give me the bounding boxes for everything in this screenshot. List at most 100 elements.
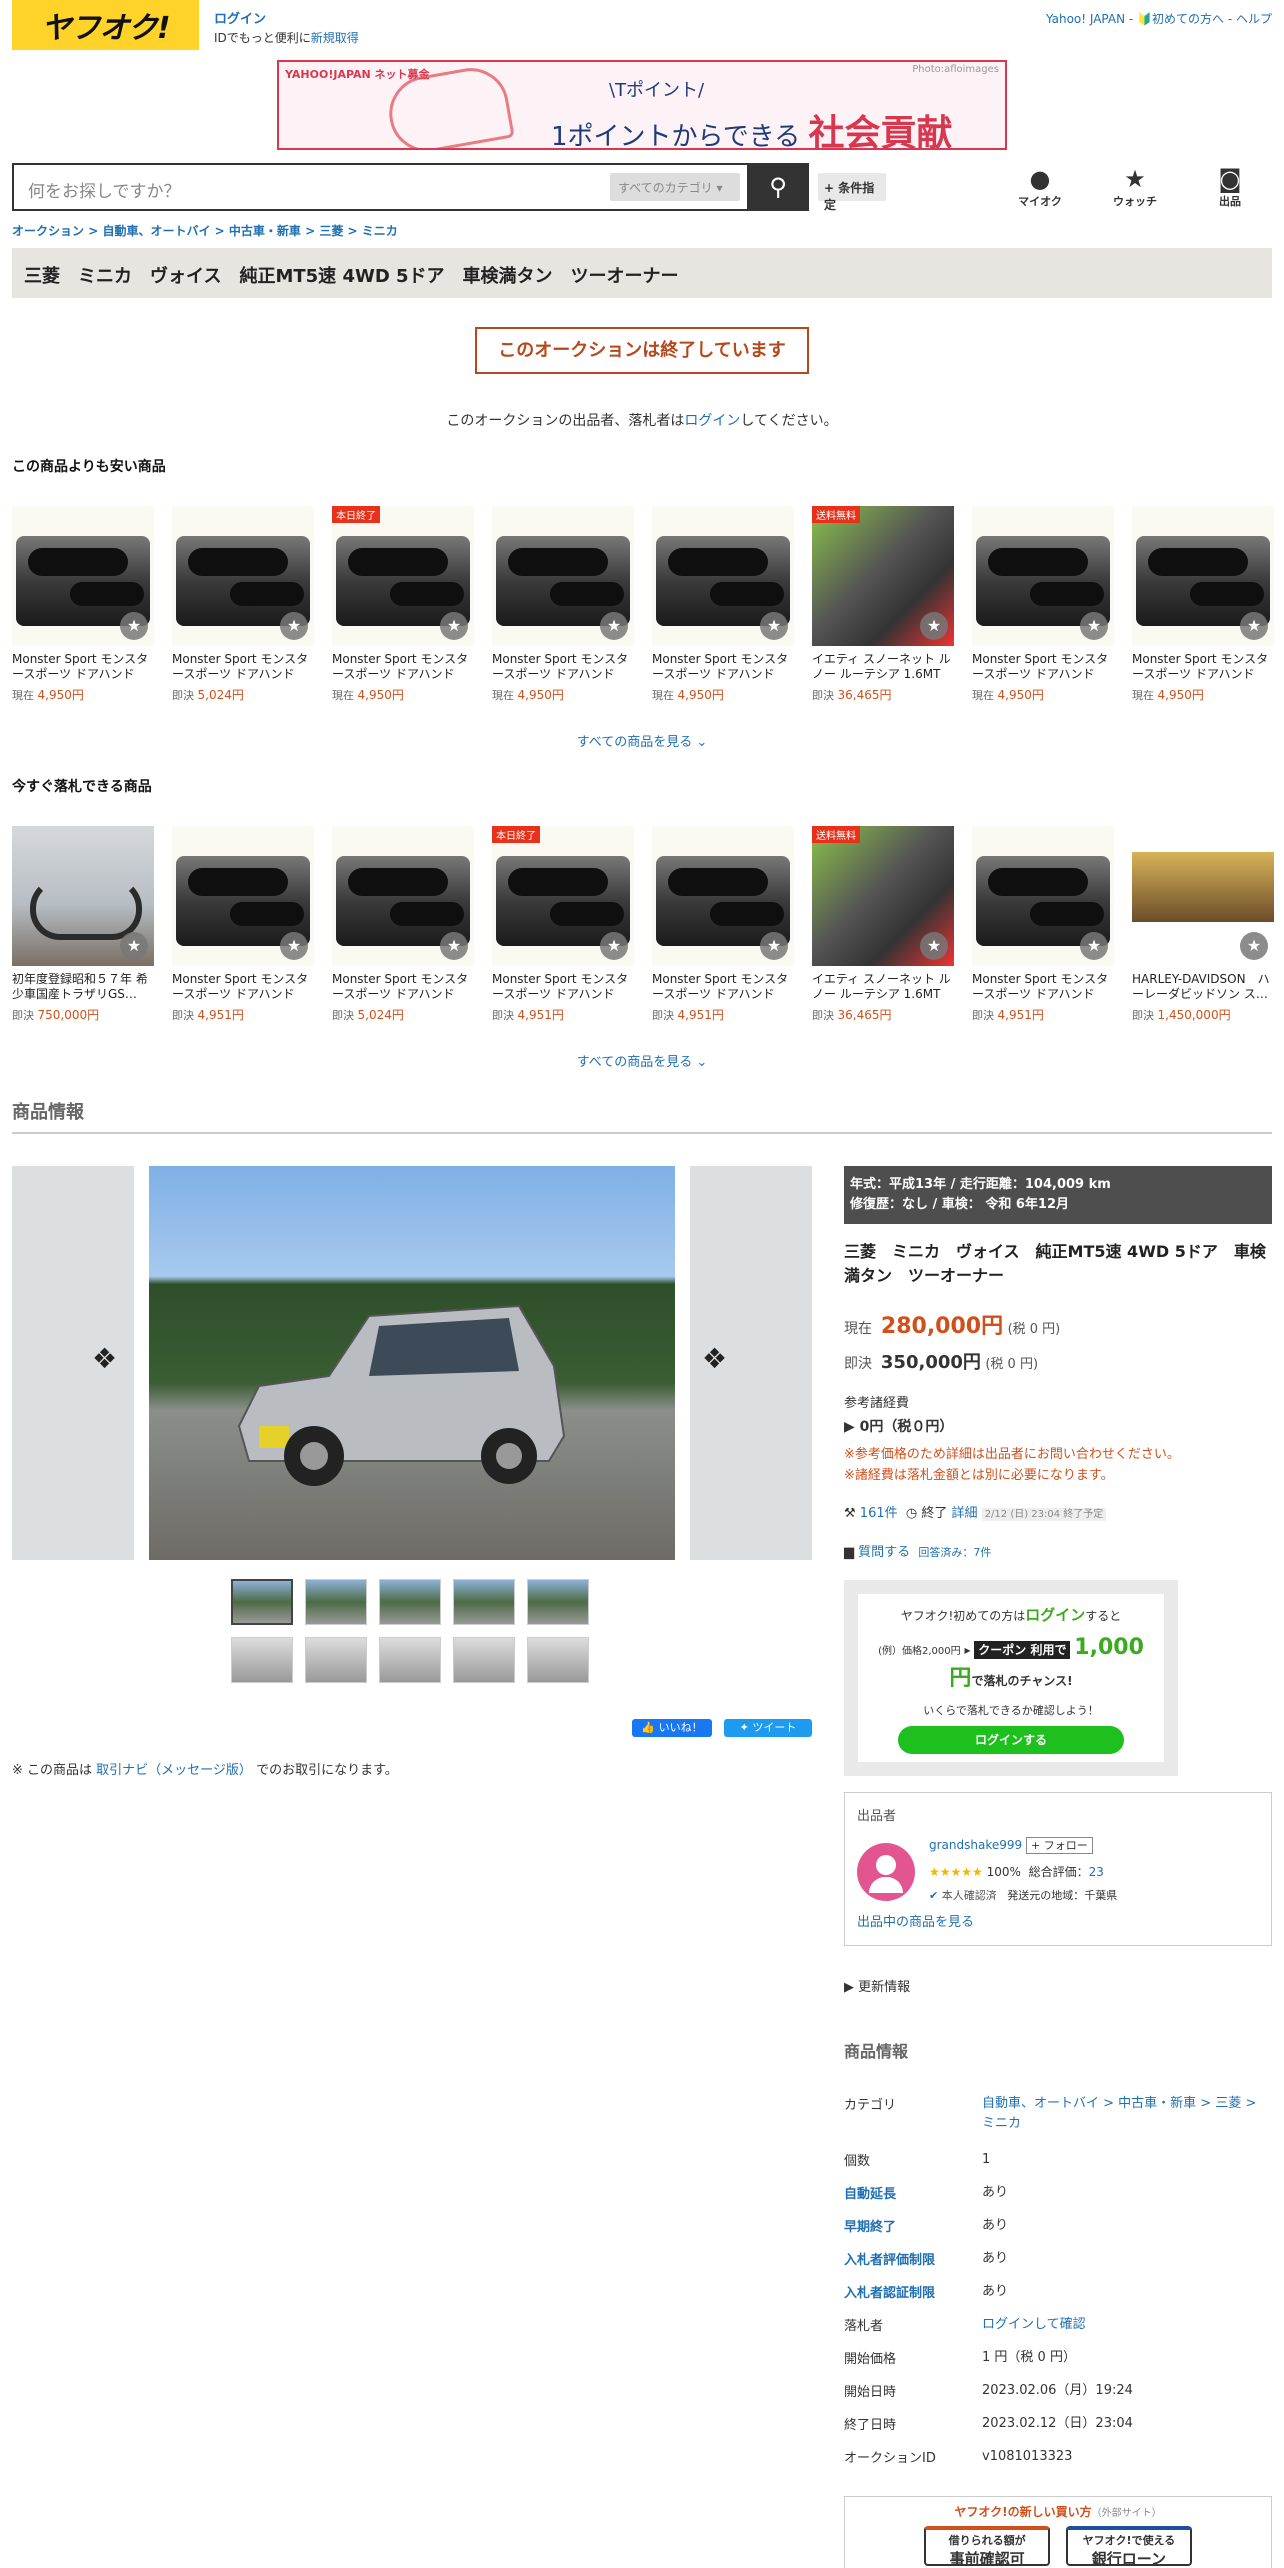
watch-star-icon[interactable]: ★	[1240, 932, 1268, 960]
product-image[interactable]: ★	[972, 826, 1114, 966]
row-key[interactable]: 入札者認証制限	[844, 2282, 984, 2301]
play-icon[interactable]: ▶	[844, 1419, 855, 1435]
thumbnail[interactable]	[527, 1579, 589, 1625]
conditions-button[interactable]: + 条件指定	[818, 173, 886, 212]
product-card[interactable]: ★ Monster Sport モンスタースポーツ ドアハンドル… 現在 4,950…	[12, 506, 154, 703]
instant-see-all[interactable]: すべての商品を見る ⌄	[0, 1051, 1284, 1070]
product-image[interactable]: 本日終了 ★	[332, 506, 474, 646]
product-name[interactable]: Monster Sport モンスタースポーツ ドアハンドル…	[972, 652, 1114, 682]
product-name[interactable]: Monster Sport モンスタースポーツ ドアハンドル…	[492, 972, 634, 1002]
follow-button[interactable]: + フォロー	[1025, 1837, 1093, 1854]
winner-login-link[interactable]: ログインして確認	[982, 2315, 1272, 2335]
prev-arrow-icon[interactable]: ❖	[92, 1342, 117, 1375]
promo-login-button[interactable]: ログインする	[898, 1726, 1124, 1754]
thumbnail[interactable]	[305, 1579, 367, 1625]
product-image[interactable]: ★	[172, 506, 314, 646]
yahuoku-logo[interactable]: ヤフオク!	[12, 0, 199, 50]
product-image[interactable]: ★	[492, 506, 634, 646]
product-image[interactable]: 送料無料 ★	[812, 826, 954, 966]
product-name[interactable]: 初年度登録昭和５７年 希少車国産トラザリGS…	[12, 972, 154, 1002]
product-name[interactable]: Monster Sport モンスタースポーツ ドアハンドル…	[1132, 652, 1274, 682]
bank-loan-button[interactable]: ヤフオク!で使える 銀行ローン	[1065, 2526, 1192, 2568]
thumbnail[interactable]	[527, 1637, 589, 1683]
product-name[interactable]: HARLEY-DAVIDSON ハーレーダビッドソン ス…	[1132, 972, 1274, 1002]
thumbnail[interactable]	[379, 1637, 441, 1683]
product-name[interactable]: イエティ スノーネット ルノー ルーテシア 1.6MT …	[812, 972, 954, 1002]
cheaper-see-all[interactable]: すべての商品を見る ⌄	[0, 731, 1284, 750]
watch-star-icon[interactable]: ★	[280, 932, 308, 960]
preapproval-button[interactable]: 借りられる額が 事前確認可	[924, 2526, 1051, 2568]
watch-star-icon[interactable]: ★	[1080, 932, 1108, 960]
product-image[interactable]: ★	[172, 826, 314, 966]
breadcrumb-item[interactable]: ミニカ	[362, 224, 398, 238]
product-name[interactable]: Monster Sport モンスタースポーツ ドアハンドル…	[652, 652, 794, 682]
login-note-link[interactable]: ログイン	[684, 413, 740, 429]
thumbnail[interactable]	[453, 1637, 515, 1683]
avatar[interactable]	[857, 1843, 915, 1901]
nav-myauction[interactable]: ● マイオク	[1010, 165, 1070, 209]
product-image[interactable]: ★	[1132, 506, 1274, 646]
product-image[interactable]: 本日終了 ★	[492, 826, 634, 966]
category-select[interactable]: すべてのカテゴリ ▾	[610, 173, 740, 201]
row-key[interactable]: 自動延長	[844, 2183, 984, 2202]
product-card[interactable]: 本日終了 ★ Monster Sport モンスタースポーツ ドアハンドル… 現在 4…	[332, 506, 474, 703]
thumbnail[interactable]	[231, 1637, 293, 1683]
seller-name[interactable]: grandshake999	[929, 1838, 1022, 1852]
breadcrumb-item[interactable]: 自動車、オートバイ	[102, 224, 210, 238]
watch-star-icon[interactable]: ★	[120, 612, 148, 640]
product-card[interactable]: ★ Monster Sport モンスタースポーツ ドアハンドル… 現在 4,950…	[652, 506, 794, 703]
login-link[interactable]: ログイン	[214, 8, 359, 27]
product-card[interactable]: ★ Monster Sport モンスタースポーツ ドアハンドル… 現在 4,950…	[972, 506, 1114, 703]
bid-count[interactable]: 161件	[860, 1506, 898, 1521]
product-card[interactable]: 送料無料 ★ イエティ スノーネット ルノー ルーテシア 1.6MT … 即決 36,…	[812, 506, 954, 703]
product-name[interactable]: Monster Sport モンスタースポーツ ドアハンドル…	[332, 972, 474, 1002]
help-link[interactable]: ヘルプ	[1236, 12, 1272, 26]
search-button[interactable]: ⚲	[747, 163, 809, 211]
product-image[interactable]: ★	[332, 826, 474, 966]
product-card[interactable]: ★ 初年度登録昭和５７年 希少車国産トラザリGS… 即決 750,000円	[12, 826, 154, 1023]
product-image[interactable]: ★	[652, 826, 794, 966]
search-input[interactable]: 何をお探しですか？	[28, 177, 181, 202]
seller-listings-link[interactable]: 出品中の商品を見る	[857, 1911, 974, 1930]
product-name[interactable]: Monster Sport モンスタースポーツ ドアハンドル…	[652, 972, 794, 1002]
ask-question-link[interactable]: 質問する	[858, 1545, 910, 1560]
product-card[interactable]: 送料無料 ★ イエティ スノーネット ルノー ルーテシア 1.6MT … 即決 36,…	[812, 826, 954, 1023]
watch-star-icon[interactable]: ★	[920, 612, 948, 640]
product-image[interactable]: ★	[972, 506, 1114, 646]
end-detail-link[interactable]: 詳細	[952, 1506, 978, 1521]
rating-count[interactable]: 23	[1089, 1865, 1104, 1879]
product-name[interactable]: Monster Sport モンスタースポーツ ドアハンドル…	[172, 652, 314, 682]
watch-star-icon[interactable]: ★	[1240, 612, 1268, 640]
product-image[interactable]: ★	[1132, 826, 1274, 966]
product-card[interactable]: ★ Monster Sport モンスタースポーツ ドアハンドル… 即決 5,024…	[332, 826, 474, 1023]
row-key[interactable]: 早期終了	[844, 2216, 984, 2235]
category-links[interactable]: 自動車、オートバイ > 中古車・新車 > 三菱 > ミニカ	[982, 2094, 1272, 2134]
product-image[interactable]: 送料無料 ★	[812, 506, 954, 646]
product-card[interactable]: 本日終了 ★ Monster Sport モンスタースポーツ ドアハンドル… 即決 4…	[492, 826, 634, 1023]
product-name[interactable]: Monster Sport モンスタースポーツ ドアハンドル…	[332, 652, 474, 682]
product-name[interactable]: イエティ スノーネット ルノー ルーテシア 1.6MT …	[812, 652, 954, 682]
nav-sell[interactable]: ◙ 出品	[1200, 165, 1260, 209]
watch-star-icon[interactable]: ★	[120, 932, 148, 960]
product-name[interactable]: Monster Sport モンスタースポーツ ドアハンドル…	[12, 652, 154, 682]
watch-star-icon[interactable]: ★	[440, 612, 468, 640]
breadcrumb-item[interactable]: オークション	[12, 224, 84, 238]
product-name[interactable]: Monster Sport モンスタースポーツ ドアハンドル…	[172, 972, 314, 1002]
watch-star-icon[interactable]: ★	[600, 932, 628, 960]
nav-watch[interactable]: ★ ウォッチ	[1105, 165, 1165, 209]
thumbnail[interactable]	[305, 1637, 367, 1683]
thumbnail[interactable]	[379, 1579, 441, 1625]
thumbnail[interactable]	[453, 1579, 515, 1625]
product-card[interactable]: ★ Monster Sport モンスタースポーツ ドアハンドル… 現在 4,950…	[492, 506, 634, 703]
watch-star-icon[interactable]: ★	[1080, 612, 1108, 640]
product-image[interactable]: ★	[12, 506, 154, 646]
update-info-link[interactable]: ▶ 更新情報	[844, 1976, 910, 1995]
product-card[interactable]: ★ HARLEY-DAVIDSON ハーレーダビッドソン ス… 即決 1,450,0…	[1132, 826, 1274, 1023]
ad-banner[interactable]: YAHOO!JAPAN ネット募金 \Tポイント/ 1ポイントからできる 社会貢…	[277, 60, 1007, 150]
product-image[interactable]: ★	[652, 506, 794, 646]
product-name[interactable]: Monster Sport モンスタースポーツ ドアハンドル…	[492, 652, 634, 682]
watch-star-icon[interactable]: ★	[280, 612, 308, 640]
like-button[interactable]: 👍 いいね！	[632, 1719, 712, 1737]
yahoo-japan-link[interactable]: Yahoo! JAPAN	[1046, 12, 1125, 26]
next-arrow-icon[interactable]: ❖	[702, 1342, 727, 1375]
